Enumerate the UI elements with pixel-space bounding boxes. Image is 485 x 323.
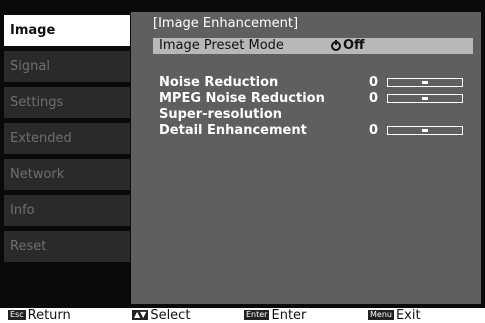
detail-enhancement-row[interactable]: Detail Enhancement 0 bbox=[153, 123, 473, 139]
mpeg-noise-reduction-label: MPEG Noise Reduction bbox=[159, 91, 325, 106]
menu-tab-info[interactable]: Info bbox=[4, 195, 130, 226]
power-icon bbox=[331, 38, 341, 54]
footer-exit: Menu Exit bbox=[368, 308, 421, 323]
noise-reduction-value: 0 bbox=[369, 75, 379, 90]
projector-menu-screen: Image Signal Settings Extended Network I… bbox=[0, 0, 485, 308]
mpeg-noise-reduction-value: 0 bbox=[369, 91, 379, 106]
menu-tab-network[interactable]: Network bbox=[4, 159, 130, 190]
panel-title: [Image Enhancement] bbox=[153, 16, 299, 31]
footer-return-label: Return bbox=[27, 308, 71, 323]
menu-tab-settings[interactable]: Settings bbox=[4, 87, 130, 118]
mpeg-noise-reduction-row[interactable]: MPEG Noise Reduction 0 bbox=[153, 91, 473, 107]
detail-enhancement-slider[interactable] bbox=[387, 126, 463, 135]
enter-key-icon: Enter bbox=[244, 310, 270, 320]
footer-enter: Enter Enter bbox=[244, 308, 306, 323]
super-resolution-row[interactable]: Super-resolution bbox=[153, 107, 473, 123]
detail-enhancement-slider-thumb[interactable] bbox=[422, 129, 428, 132]
menu-tab-extended[interactable]: Extended bbox=[4, 123, 130, 154]
noise-reduction-slider[interactable] bbox=[387, 78, 463, 87]
up-down-key-icon: ▲▼ bbox=[132, 310, 149, 320]
noise-reduction-row[interactable]: Noise Reduction 0 bbox=[153, 75, 473, 91]
footer-return: Esc Return bbox=[8, 308, 71, 323]
footer-enter-label: Enter bbox=[271, 308, 307, 323]
mpeg-noise-reduction-slider-thumb[interactable] bbox=[422, 97, 428, 100]
menu-key-icon: Menu bbox=[368, 310, 394, 320]
image-preset-mode-value: Off bbox=[343, 38, 365, 53]
detail-enhancement-value: 0 bbox=[369, 123, 379, 138]
super-resolution-label: Super-resolution bbox=[159, 107, 283, 122]
menu-tab-signal[interactable]: Signal bbox=[4, 51, 130, 82]
image-preset-mode-row[interactable]: Image Preset Mode Off bbox=[153, 38, 473, 54]
noise-reduction-slider-thumb[interactable] bbox=[422, 81, 428, 84]
footer-select: ▲▼ Select bbox=[132, 308, 190, 323]
footer-exit-label: Exit bbox=[395, 308, 421, 323]
settings-panel: [Image Enhancement] Image Preset Mode Of… bbox=[131, 12, 481, 304]
menu-tab-reset[interactable]: Reset bbox=[4, 231, 130, 262]
image-preset-mode-label: Image Preset Mode bbox=[159, 38, 284, 53]
detail-enhancement-label: Detail Enhancement bbox=[159, 123, 307, 138]
footer-select-label: Select bbox=[150, 308, 191, 323]
menu-tab-image[interactable]: Image bbox=[4, 15, 130, 46]
mpeg-noise-reduction-slider[interactable] bbox=[387, 94, 463, 103]
esc-key-icon: Esc bbox=[8, 310, 26, 320]
key-guide-footer: Esc Return ▲▼ Select Enter Enter Menu Exit bbox=[0, 308, 485, 323]
noise-reduction-label: Noise Reduction bbox=[159, 75, 279, 90]
